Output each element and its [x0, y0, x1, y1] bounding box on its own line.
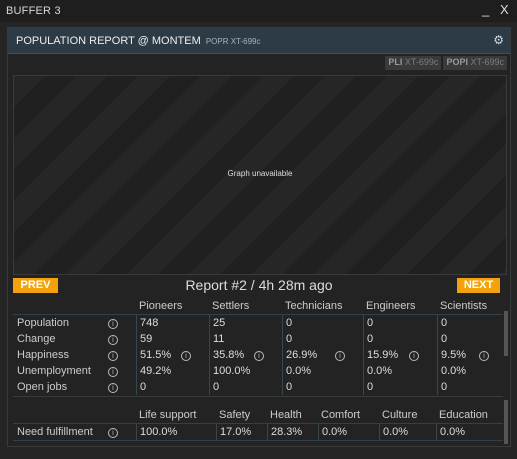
column-divider [318, 424, 319, 440]
window-titlebar: BUFFER 3 _ X [0, 0, 517, 22]
row-label-open-jobs: Open jobs [17, 381, 68, 393]
table-cell: 26.9% [286, 349, 318, 361]
report-title-text: POPULATION REPORT @ MONTEM [16, 35, 201, 47]
col-header-health: Health [270, 409, 302, 421]
table-cell: 9.5% [441, 349, 467, 361]
table-cell: 0.0% [440, 426, 466, 438]
table-cell: 100.0% [213, 365, 251, 377]
section-divider [13, 396, 503, 397]
table-cell: 0 [367, 381, 374, 393]
col-header-comfort: Comfort [321, 409, 361, 421]
report-label: Report #2 / 4h 28m ago [185, 277, 333, 293]
row-label-happiness: Happiness [17, 349, 69, 361]
column-divider [437, 315, 438, 395]
table-cell: 100.0% [140, 426, 178, 438]
scrollbar[interactable] [504, 400, 508, 444]
table-cell: 25 [213, 317, 226, 329]
column-divider [363, 315, 364, 395]
table-cell: 0 [441, 333, 448, 345]
info-icon[interactable]: i [108, 335, 118, 345]
column-divider [282, 315, 283, 395]
col-header-settlers: Settlers [212, 300, 250, 312]
minimize-button[interactable]: _ [482, 2, 489, 17]
table-cell: 0.0% [441, 365, 467, 377]
table-cell: 0 [441, 317, 448, 329]
report-title: POPULATION REPORT @ MONTEM POPR XT-699c [16, 35, 261, 47]
table-cell: 49.2% [140, 365, 172, 377]
info-icon[interactable]: i [108, 367, 118, 377]
gear-icon[interactable]: ⚙ [493, 33, 504, 47]
panel-header[interactable]: POPULATION REPORT @ MONTEM POPR XT-699c … [8, 28, 510, 54]
table-header-divider [13, 423, 503, 424]
table-cell: 0 [213, 381, 220, 393]
table-cell: 0 [367, 333, 374, 345]
table-cell: 0.0% [286, 365, 312, 377]
popi-prefix: POPI [446, 57, 468, 67]
table-cell: 15.9% [367, 349, 399, 361]
pli-arg: XT-699c [404, 57, 439, 67]
close-button[interactable]: X [500, 2, 509, 17]
column-divider [216, 424, 217, 440]
row-label-unemployment: Unemployment [17, 365, 91, 377]
info-icon[interactable]: i [479, 351, 489, 361]
table-cell: 0 [286, 333, 293, 345]
next-button[interactable]: NEXT [457, 278, 500, 293]
info-icon[interactable]: i [108, 319, 118, 329]
table-cell: 0.0% [322, 426, 348, 438]
table-cell: 0.0% [367, 365, 393, 377]
col-header-education: Education [439, 409, 488, 421]
col-header-scientists: Scientists [440, 300, 488, 312]
row-label-need-fulfillment: Need fulfillment [17, 426, 93, 438]
info-icon[interactable]: i [181, 351, 191, 361]
info-icon[interactable]: i [108, 351, 118, 361]
col-header-pioneers: Pioneers [139, 300, 183, 312]
report-command-code: POPR XT-699c [205, 37, 261, 46]
row-label-population: Population [17, 317, 69, 329]
info-icon[interactable]: i [108, 428, 118, 438]
col-header-safety: Safety [219, 409, 251, 421]
table-cell: 35.8% [213, 349, 245, 361]
table-cell: 0 [286, 381, 293, 393]
table-cell: 17.0% [220, 426, 252, 438]
popi-arg: XT-699c [470, 57, 504, 67]
col-header-culture: Culture [382, 409, 418, 421]
table-cell: 0 [286, 317, 293, 329]
table-cell: 0 [367, 317, 374, 329]
table-cell: 11 [213, 333, 225, 345]
window-title: BUFFER 3 [6, 5, 61, 17]
info-icon[interactable]: i [335, 351, 345, 361]
graph-unavailable-message: Graph unavailable [227, 169, 293, 178]
info-icon[interactable]: i [108, 383, 118, 393]
popi-command-link[interactable]: POPI XT-699c [443, 56, 507, 70]
population-graph: Graph unavailable [13, 75, 507, 275]
table-cell: 0 [140, 381, 147, 393]
col-header-technicians: Technicians [285, 300, 343, 312]
column-divider [436, 424, 437, 440]
column-divider [267, 424, 268, 440]
col-header-life-support: Life support [139, 409, 197, 421]
table-cell: 28.3% [271, 426, 303, 438]
table-cell: 0.0% [383, 426, 409, 438]
table-cell: 748 [140, 317, 159, 329]
info-icon[interactable]: i [409, 351, 419, 361]
column-divider [379, 424, 380, 440]
col-header-engineers: Engineers [366, 300, 416, 312]
table-cell: 51.5% [140, 349, 172, 361]
table-header-divider [13, 314, 503, 315]
column-divider [136, 424, 137, 440]
table-cell: 0 [441, 381, 448, 393]
info-icon[interactable]: i [254, 351, 264, 361]
pli-command-link[interactable]: PLI XT-699c [385, 56, 442, 70]
pli-prefix: PLI [388, 57, 403, 67]
table-row-divider [13, 440, 503, 441]
row-label-change: Change [17, 333, 56, 345]
population-report-panel: POPULATION REPORT @ MONTEM POPR XT-699c … [7, 27, 511, 447]
table-cell: 59 [140, 333, 153, 345]
command-links: PLI XT-699c POPI XT-699c [385, 56, 507, 70]
column-divider [136, 315, 137, 395]
scrollbar[interactable] [504, 311, 508, 356]
column-divider [209, 315, 210, 395]
